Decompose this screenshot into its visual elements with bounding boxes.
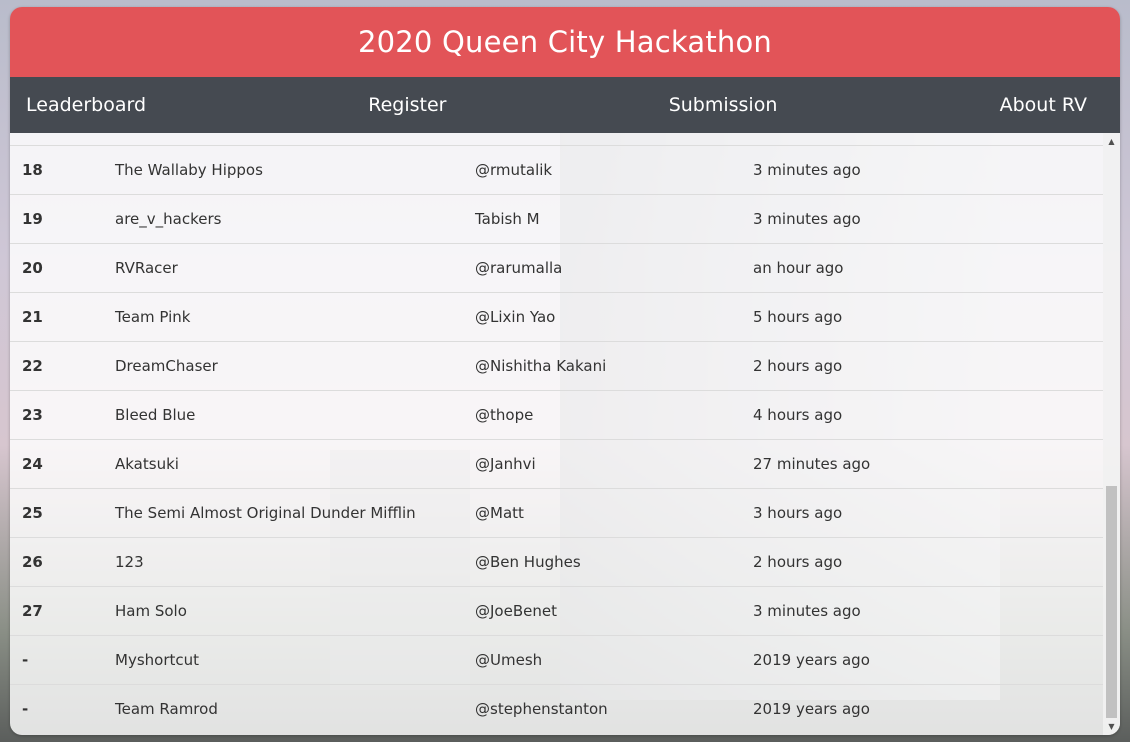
time-cell: 2 hours ago (753, 553, 843, 571)
user-cell: @Nishitha Kakani (475, 357, 607, 375)
leaderboard-table[interactable]: 18 The Wallaby Hippos @rmutalik 3 minutes a… (10, 133, 1120, 735)
table-row: 27 Ham Solo @JoeBenet 3 minutes ago (10, 586, 1103, 635)
scrollbar-thumb[interactable] (1106, 486, 1117, 718)
time-cell: 3 minutes ago (753, 602, 861, 620)
page-title: 2020 Queen City Hackathon (357, 25, 773, 59)
user-cell: @rmutalik (475, 161, 553, 179)
nav-submission-link[interactable]: Submission (669, 94, 778, 116)
team-name-cell: RVRacer (115, 259, 178, 277)
team-name-cell: Bleed Blue (115, 406, 196, 424)
table-row: 25 The Semi Almost Original Dunder Miffli… (10, 488, 1103, 537)
main-card: 2020 Queen City Hackathon Leaderboard Re… (10, 7, 1120, 735)
vertical-scrollbar[interactable]: ▲ ▼ (1103, 133, 1120, 735)
nav-about-rv-link[interactable]: About RV (1000, 94, 1087, 116)
team-name-cell: Team Ramrod (115, 700, 218, 718)
user-cell: @Ben Hughes (475, 553, 581, 571)
team-name-cell: 123 (115, 553, 144, 571)
table-row: - Myshortcut @Umesh 2019 years ago (10, 635, 1103, 684)
time-cell: 2019 years ago (753, 651, 870, 669)
leaderboard-rows: 18 The Wallaby Hippos @rmutalik 3 minutes a… (10, 145, 1103, 733)
table-row: 26 123 @Ben Hughes 2 hours ago (10, 537, 1103, 586)
team-name-cell: Team Pink (115, 308, 191, 326)
team-name-cell: The Wallaby Hippos (115, 161, 263, 179)
rank-cell: - (22, 651, 29, 669)
time-cell: 27 minutes ago (753, 455, 871, 473)
rank-cell: 26 (22, 553, 43, 571)
rank-cell: 25 (22, 504, 43, 522)
time-cell: 4 hours ago (753, 406, 843, 424)
rank-cell: 19 (22, 210, 43, 228)
team-name-cell: DreamChaser (115, 357, 218, 375)
table-row: 20 RVRacer @rarumalla an hour ago (10, 243, 1103, 292)
time-cell: 2019 years ago (753, 700, 870, 718)
table-row: 18 The Wallaby Hippos @rmutalik 3 minutes a… (10, 145, 1103, 194)
user-cell: Tabish M (475, 210, 540, 228)
rank-cell: 21 (22, 308, 43, 326)
rank-cell: - (22, 700, 29, 718)
user-cell: @thope (475, 406, 534, 424)
team-name-cell: Myshortcut (115, 651, 200, 669)
team-name-cell: are_v_hackers (115, 210, 222, 228)
rank-cell: 24 (22, 455, 43, 473)
scroll-down-arrow-icon[interactable]: ▼ (1103, 718, 1120, 735)
user-cell: @Janhvi (475, 455, 536, 473)
user-cell: @rarumalla (475, 259, 563, 277)
user-cell: @JoeBenet (475, 602, 557, 620)
table-row: - Team Ramrod @stephenstanton 2019 years ag… (10, 684, 1103, 733)
team-name-cell: Akatsuki (115, 455, 179, 473)
user-cell: @Lixin Yao (475, 308, 556, 326)
time-cell: 3 minutes ago (753, 161, 861, 179)
time-cell: 2 hours ago (753, 357, 843, 375)
scroll-up-arrow-icon[interactable]: ▲ (1103, 133, 1120, 150)
nav-leaderboard-link[interactable]: Leaderboard (26, 94, 146, 116)
rank-cell: 23 (22, 406, 43, 424)
table-row: 23 Bleed Blue @thope 4 hours ago (10, 390, 1103, 439)
time-cell: 3 hours ago (753, 504, 843, 522)
team-name-cell: Ham Solo (115, 602, 187, 620)
time-cell: 3 minutes ago (753, 210, 861, 228)
rank-cell: 22 (22, 357, 43, 375)
team-name-cell: The Semi Almost Original Dunder Mifflin (115, 504, 416, 522)
rank-cell: 18 (22, 161, 43, 179)
nav-bar: Leaderboard Register Submission About RV (10, 77, 1120, 133)
title-bar: 2020 Queen City Hackathon (10, 7, 1120, 77)
table-row: 19 are_v_hackers Tabish M 3 minutes ago (10, 194, 1103, 243)
table-row: 21 Team Pink @Lixin Yao 5 hours ago (10, 292, 1103, 341)
rank-cell: 27 (22, 602, 43, 620)
rank-cell: 20 (22, 259, 43, 277)
nav-register-link[interactable]: Register (368, 94, 446, 116)
time-cell: 5 hours ago (753, 308, 843, 326)
user-cell: @Matt (475, 504, 524, 522)
time-cell: an hour ago (753, 259, 844, 277)
user-cell: @stephenstanton (475, 700, 608, 718)
table-row: 22 DreamChaser @Nishitha Kakani 2 hours ago (10, 341, 1103, 390)
table-row: 24 Akatsuki @Janhvi 27 minutes ago (10, 439, 1103, 488)
user-cell: @Umesh (475, 651, 543, 669)
